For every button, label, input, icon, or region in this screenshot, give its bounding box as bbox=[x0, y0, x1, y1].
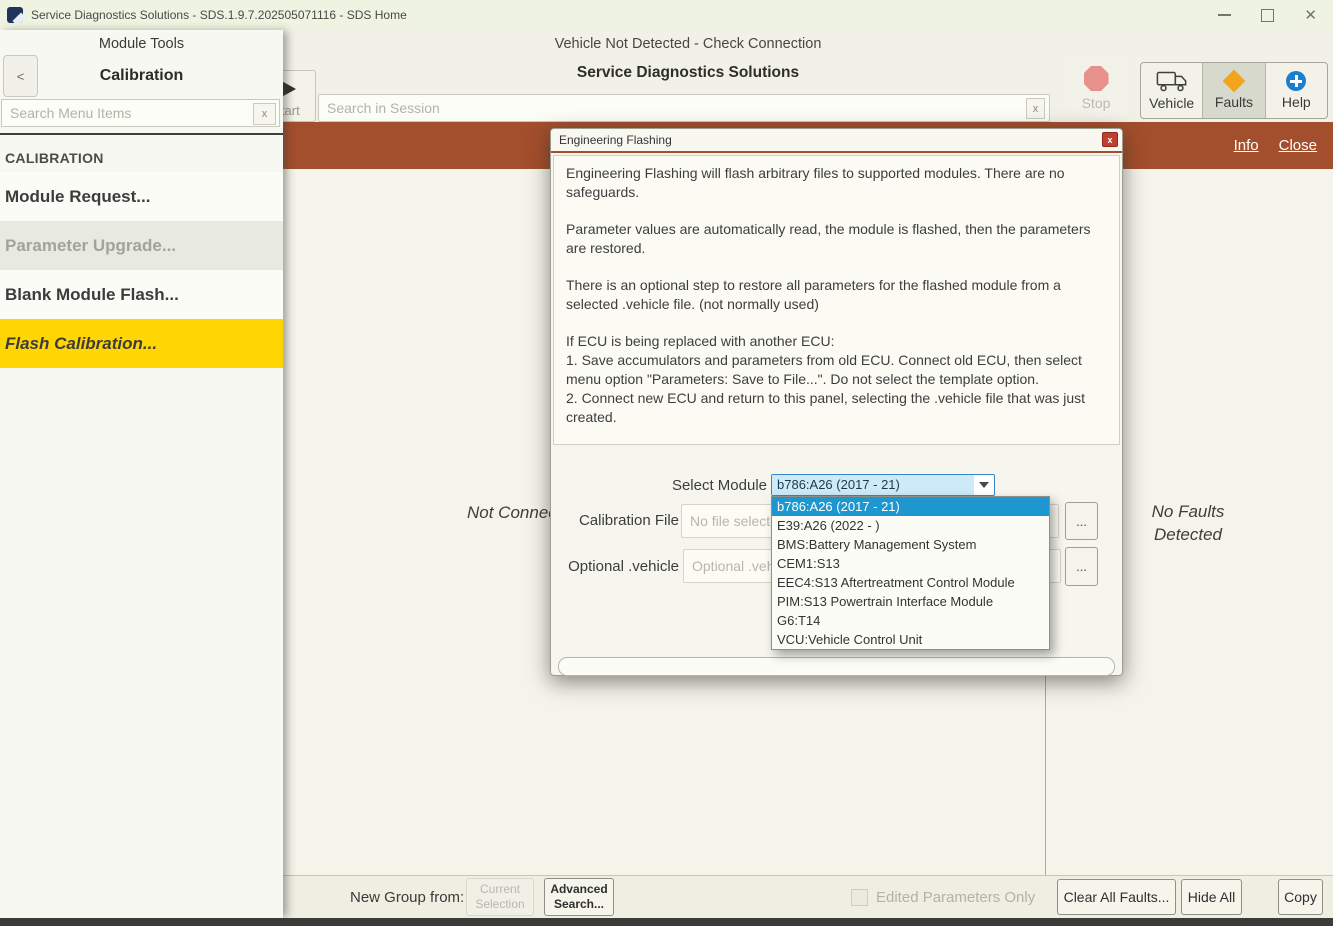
current-selection-button[interactable]: Current Selection bbox=[466, 878, 534, 916]
fault-diamond-icon bbox=[1223, 70, 1246, 93]
stop-octagon-icon bbox=[1084, 66, 1109, 91]
engineering-flashing-dialog: Engineering Flashing x Engineering Flash… bbox=[550, 128, 1123, 676]
edited-params-label: Edited Parameters Only bbox=[876, 889, 1035, 906]
minimize-button[interactable] bbox=[1218, 14, 1231, 16]
dialog-instructions: Engineering Flashing will flash arbitrar… bbox=[553, 155, 1120, 445]
faults-button-label: Faults bbox=[1215, 94, 1253, 110]
sidebar-separator bbox=[0, 133, 283, 135]
module-option[interactable]: b786:A26 (2017 - 21) bbox=[772, 497, 1049, 516]
copy-button[interactable]: Copy bbox=[1278, 879, 1323, 915]
session-search-input[interactable] bbox=[319, 95, 1049, 121]
select-module-dropdown[interactable]: b786:A26 (2017 - 21) bbox=[771, 474, 995, 496]
dialog-title: Engineering Flashing bbox=[551, 129, 1122, 151]
truck-icon bbox=[1156, 71, 1188, 92]
module-option[interactable]: G6:T14 bbox=[772, 611, 1049, 630]
help-plus-icon bbox=[1286, 71, 1306, 91]
hide-all-button[interactable]: Hide All bbox=[1181, 879, 1242, 915]
sidebar-panel-title: Module Tools bbox=[0, 36, 283, 52]
window-titlebar: Service Diagnostics Solutions - SDS.1.9.… bbox=[0, 0, 1333, 30]
clear-all-faults-button[interactable]: Clear All Faults... bbox=[1057, 879, 1176, 915]
module-option[interactable]: E39:A26 (2022 - ) bbox=[772, 516, 1049, 535]
session-search: x bbox=[318, 94, 1050, 122]
dialog-accent-line bbox=[551, 151, 1122, 153]
instruction-paragraph: If ECU is being replaced with another EC… bbox=[566, 332, 1107, 427]
sidebar-panel: Module Tools < Calibration x CALIBRATION… bbox=[0, 30, 283, 918]
menu-search-input[interactable] bbox=[2, 100, 279, 126]
advanced-search-button[interactable]: Advanced Search... bbox=[544, 878, 614, 916]
chevron-down-icon bbox=[974, 475, 994, 495]
instruction-paragraph: Engineering Flashing will flash arbitrar… bbox=[566, 164, 1107, 202]
window-title: Service Diagnostics Solutions - SDS.1.9.… bbox=[31, 8, 407, 22]
help-button[interactable]: Help bbox=[1265, 63, 1327, 118]
bottom-border-strip bbox=[0, 918, 1333, 926]
help-button-label: Help bbox=[1282, 94, 1311, 110]
close-session-link[interactable]: Close bbox=[1279, 137, 1317, 154]
dialog-close-button[interactable]: x bbox=[1102, 132, 1118, 147]
close-window-button[interactable]: ✕ bbox=[1304, 8, 1317, 23]
select-module-label: Select Module bbox=[611, 477, 767, 494]
flash-progress-bar bbox=[558, 657, 1115, 676]
calibration-file-label: Calibration File bbox=[571, 512, 679, 529]
optional-vehicle-label: Optional .vehicle bbox=[565, 558, 679, 575]
menu-search-clear-icon[interactable]: x bbox=[253, 103, 276, 125]
module-option[interactable]: PIM:S13 Powertrain Interface Module bbox=[772, 592, 1049, 611]
sidebar-group-header: CALIBRATION bbox=[5, 150, 104, 166]
sidebar-item-parameter-upgrade[interactable]: Parameter Upgrade... bbox=[0, 221, 283, 270]
module-option[interactable]: VCU:Vehicle Control Unit bbox=[772, 630, 1049, 649]
vehicle-button-label: Vehicle bbox=[1149, 95, 1194, 111]
sidebar-section-title: Calibration bbox=[0, 67, 283, 85]
stop-button[interactable]: Stop bbox=[1066, 60, 1126, 117]
menu-search: x bbox=[1, 99, 280, 127]
instruction-paragraph: There is an optional step to restore all… bbox=[566, 276, 1107, 314]
instruction-paragraph: Parameter values are automatically read,… bbox=[566, 220, 1107, 258]
select-module-value: b786:A26 (2017 - 21) bbox=[772, 475, 974, 495]
header-nav-group: Vehicle Faults Help bbox=[1140, 62, 1328, 119]
module-option[interactable]: EEC4:S13 Aftertreatment Control Module bbox=[772, 573, 1049, 592]
module-option[interactable]: BMS:Battery Management System bbox=[772, 535, 1049, 554]
sidebar-menu: Module Request... Parameter Upgrade... B… bbox=[0, 172, 283, 368]
app-logo-icon bbox=[7, 7, 23, 23]
faults-button[interactable]: Faults bbox=[1202, 63, 1264, 118]
new-group-label: New Group from: bbox=[350, 889, 464, 906]
application-window: Service Diagnostics Solutions - SDS.1.9.… bbox=[0, 0, 1333, 926]
edited-params-checkbox[interactable] bbox=[851, 889, 868, 906]
session-search-clear-icon[interactable]: x bbox=[1026, 98, 1045, 119]
app-title: Service Diagnostics Solutions bbox=[283, 64, 1093, 82]
sidebar-item-module-request[interactable]: Module Request... bbox=[0, 172, 283, 221]
sidebar-item-flash-calibration[interactable]: Flash Calibration... bbox=[0, 319, 283, 368]
window-controls: ✕ bbox=[1218, 0, 1333, 30]
footer-bar: New Group from: Current Selection Advanc… bbox=[283, 875, 1333, 918]
optional-vehicle-browse-button[interactable]: ... bbox=[1065, 547, 1098, 586]
info-link[interactable]: Info bbox=[1234, 137, 1259, 154]
sidebar-item-blank-module-flash[interactable]: Blank Module Flash... bbox=[0, 270, 283, 319]
stop-button-label: Stop bbox=[1082, 95, 1111, 111]
module-options-list: b786:A26 (2017 - 21) E39:A26 (2022 - ) B… bbox=[771, 496, 1050, 650]
vehicle-status-message: Vehicle Not Detected - Check Connection bbox=[283, 36, 1093, 52]
calibration-file-browse-button[interactable]: ... bbox=[1065, 502, 1098, 540]
module-option[interactable]: CEM1:S13 bbox=[772, 554, 1049, 573]
vehicle-button[interactable]: Vehicle bbox=[1141, 63, 1202, 118]
maximize-button[interactable] bbox=[1261, 9, 1274, 22]
